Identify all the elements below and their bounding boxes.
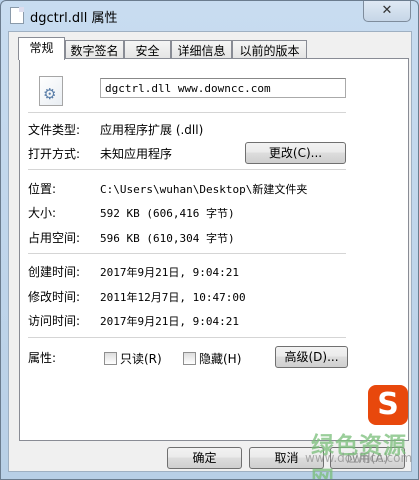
separator (28, 112, 346, 113)
tab-previous-versions[interactable]: 以前的版本 (232, 40, 307, 60)
checkbox-box[interactable] (104, 352, 117, 365)
file-type-value: 应用程序扩展 (.dll) (100, 123, 204, 137)
dll-file-icon: ⚙ (39, 76, 63, 106)
size-on-disk-value: 596 KB (610,304 字节) (100, 232, 235, 245)
size-on-disk-label: 占用空间: (28, 231, 81, 245)
close-button[interactable]: ✕ (363, 1, 411, 22)
window-title: dgctrl.dll 属性 (30, 11, 118, 26)
open-with-label: 打开方式: (28, 147, 81, 161)
created-value: 2017年9月21日, 9:04:21 (100, 266, 239, 279)
readonly-checkbox[interactable]: 只读(R) (104, 350, 162, 367)
accessed-label: 访问时间: (28, 314, 81, 328)
created-label: 创建时间: (28, 265, 81, 279)
properties-window: dgctrl.dll 属性 ✕ 常规 数字签名 安全 详细信息 以前的版本 ⚙ … (0, 0, 419, 480)
attributes-label: 属性: (28, 351, 57, 365)
modified-label: 修改时间: (28, 290, 81, 304)
separator (28, 253, 346, 254)
sogou-logo: S (368, 385, 408, 425)
readonly-label: 只读(R) (120, 352, 162, 366)
ok-button[interactable]: 确定 (167, 447, 242, 469)
location-value: C:\Users\wuhan\Desktop\新建文件夹 (100, 183, 308, 196)
gear-icon: ⚙ (43, 85, 57, 103)
separator (28, 169, 346, 170)
file-name-field[interactable]: dgctrl.dll www.downcc.com (100, 78, 346, 98)
advanced-button[interactable]: 高级(D)... (275, 346, 348, 368)
modified-value: 2011年12月7日, 10:47:00 (100, 291, 246, 304)
tab-digital-signatures[interactable]: 数字签名 (65, 40, 124, 60)
tab-security[interactable]: 安全 (124, 40, 171, 60)
hidden-label: 隐藏(H) (199, 352, 242, 366)
accessed-value: 2017年9月21日, 9:04:21 (100, 315, 239, 328)
tab-general[interactable]: 常规 (18, 37, 65, 60)
separator (28, 337, 346, 338)
location-label: 位置: (28, 182, 57, 196)
watermark-url: www.downcc.com (305, 451, 413, 465)
general-panel: ⚙ dgctrl.dll www.downcc.com 文件类型: 应用程序扩展… (19, 58, 409, 441)
tab-details[interactable]: 详细信息 (171, 40, 232, 60)
title-bar: dgctrl.dll 属性 ✕ (1, 1, 418, 31)
size-label: 大小: (28, 206, 57, 220)
document-icon (10, 7, 24, 24)
checkbox-box[interactable] (183, 352, 196, 365)
size-value: 592 KB (606,416 字节) (100, 207, 235, 220)
hidden-checkbox[interactable]: 隐藏(H) (183, 350, 241, 367)
dialog-client: 常规 数字签名 安全 详细信息 以前的版本 ⚙ dgctrl.dll www.d… (8, 31, 412, 472)
open-with-value: 未知应用程序 (100, 147, 173, 161)
file-type-label: 文件类型: (28, 123, 81, 137)
change-button[interactable]: 更改(C)... (245, 142, 346, 164)
